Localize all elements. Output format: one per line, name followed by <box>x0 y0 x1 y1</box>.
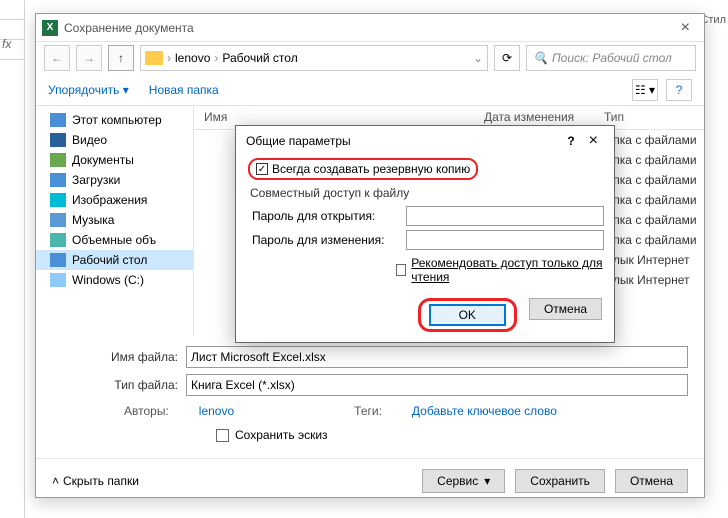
cancel-button[interactable]: Отмена <box>615 469 688 493</box>
readonly-label: Рекомендовать доступ только для чтения <box>411 256 604 284</box>
breadcrumb-folder[interactable]: Рабочий стол <box>222 51 297 65</box>
sidebar-item-video[interactable]: Видео <box>36 130 193 150</box>
nav-bar: ← → ↑ › lenovo › Рабочий стол ⌄ ⟳ 🔍 Поис… <box>36 42 704 74</box>
chevron-right-icon: › <box>167 51 171 65</box>
readonly-checkbox[interactable] <box>396 264 406 276</box>
sidebar-item-music[interactable]: Музыка <box>36 210 193 230</box>
nav-back-button[interactable]: ← <box>44 45 70 71</box>
modal-cancel-button[interactable]: Отмена <box>529 298 602 320</box>
folder-icon <box>145 51 163 65</box>
close-icon[interactable]: × <box>673 19 698 37</box>
sidebar-item-desktop[interactable]: Рабочий стол <box>36 250 193 270</box>
tags-label: Теги: <box>354 404 382 418</box>
sidebar-item-this-pc[interactable]: Этот компьютер <box>36 110 193 130</box>
filetype-label: Тип файла: <box>96 378 186 392</box>
authors-label: Авторы: <box>124 404 169 418</box>
search-placeholder: Поиск: Рабочий стол <box>552 51 672 65</box>
nav-fwd-button: → <box>76 45 102 71</box>
folder-tree: Этот компьютер Видео Документы Загрузки … <box>36 106 194 336</box>
filename-label: Имя файла: <box>96 350 186 364</box>
password-open-input[interactable] <box>406 206 604 226</box>
password-open-label: Пароль для открытия: <box>246 209 406 223</box>
help-icon[interactable]: ? <box>559 134 582 148</box>
sidebar-item-downloads[interactable]: Загрузки <box>36 170 193 190</box>
tools-menu[interactable]: Сервис▾ <box>422 469 505 493</box>
authors-value[interactable]: lenovo <box>199 404 234 418</box>
general-options-dialog: Общие параметры ? × ✓ Всегда создавать р… <box>235 125 615 343</box>
chevron-up-icon: ˄ <box>52 474 59 488</box>
formula-bar-label: fx <box>2 37 11 51</box>
refresh-button[interactable]: ⟳ <box>494 45 520 71</box>
sidebar-item-3d[interactable]: Объемные объ <box>36 230 193 250</box>
ok-button[interactable]: OK <box>429 304 506 326</box>
highlight-backup-option: ✓ Всегда создавать резервную копию <box>248 158 478 180</box>
dialog-title: Сохранение документа <box>64 21 194 35</box>
dialog-footer: ˄ Скрыть папки Сервис▾ Сохранить Отмена <box>36 458 704 503</box>
backup-label: Всегда создавать резервную копию <box>272 162 470 176</box>
hide-folders-button[interactable]: ˄ Скрыть папки <box>52 474 139 488</box>
search-icon: 🔍 <box>533 51 548 65</box>
organize-menu[interactable]: Упорядочить ▾ <box>48 83 129 97</box>
thumbnail-checkbox[interactable] <box>216 429 229 442</box>
password-modify-label: Пароль для изменения: <box>246 233 406 247</box>
nav-up-button[interactable]: ↑ <box>108 45 134 71</box>
highlight-ok-button: OK <box>418 298 517 332</box>
chevron-down-icon: ▾ <box>484 474 490 488</box>
view-options-button[interactable]: ☷ ▾ <box>632 79 658 101</box>
titlebar: X Сохранение документа × <box>36 14 704 42</box>
filename-input[interactable] <box>186 346 688 368</box>
chevron-down-icon[interactable]: ⌄ <box>473 51 483 65</box>
new-folder-button[interactable]: Новая папка <box>149 83 219 97</box>
save-button[interactable]: Сохранить <box>515 469 605 493</box>
backup-checkbox[interactable]: ✓ <box>256 163 268 175</box>
excel-icon: X <box>42 20 58 36</box>
modal-title: Общие параметры <box>246 134 351 148</box>
close-icon[interactable]: × <box>583 132 604 150</box>
breadcrumb-user[interactable]: lenovo <box>175 51 210 65</box>
chevron-right-icon: › <box>214 51 218 65</box>
toolbar: Упорядочить ▾ Новая папка ☷ ▾ ? <box>36 74 704 106</box>
tags-value[interactable]: Добавьте ключевое слово <box>412 404 557 418</box>
sidebar-item-c-drive[interactable]: Windows (C:) <box>36 270 193 290</box>
sharing-section-label: Совместный доступ к файлу <box>250 186 604 200</box>
breadcrumb[interactable]: › lenovo › Рабочий стол ⌄ <box>140 45 488 71</box>
filetype-select[interactable] <box>186 374 688 396</box>
thumbnail-label: Сохранить эскиз <box>235 428 328 442</box>
save-form: Имя файла: Тип файла: Авторы: lenovo Тег… <box>36 336 704 450</box>
sidebar-item-documents[interactable]: Документы <box>36 150 193 170</box>
search-input[interactable]: 🔍 Поиск: Рабочий стол <box>526 45 696 71</box>
password-modify-input[interactable] <box>406 230 604 250</box>
help-button[interactable]: ? <box>666 79 692 101</box>
sidebar-item-images[interactable]: Изображения <box>36 190 193 210</box>
